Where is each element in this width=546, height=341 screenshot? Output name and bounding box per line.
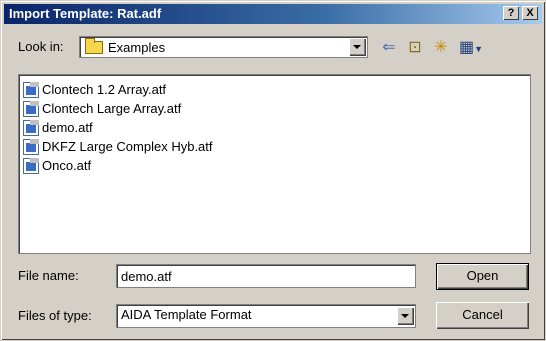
look-in-dropdown[interactable]: Examples bbox=[79, 36, 368, 58]
file-name-label: File name: bbox=[18, 268, 79, 283]
window-title: Import Template: Rat.adf bbox=[9, 6, 162, 21]
file-type-value: AIDA Template Format bbox=[121, 307, 252, 322]
import-template-dialog: Import Template: Rat.adf ? X Look in: Ex… bbox=[0, 0, 546, 341]
template-file-icon bbox=[23, 139, 39, 155]
new-folder-icon[interactable]: ✳ bbox=[431, 38, 451, 58]
look-in-label: Look in: bbox=[18, 39, 64, 54]
title-bar[interactable]: Import Template: Rat.adf ? X bbox=[4, 4, 542, 24]
file-list[interactable]: Clontech 1.2 Array.atf Clontech Large Ar… bbox=[18, 74, 531, 254]
close-button[interactable]: X bbox=[522, 6, 538, 20]
file-name-text: Onco.atf bbox=[42, 158, 92, 173]
file-name-text: Clontech 1.2 Array.atf bbox=[42, 82, 167, 97]
folder-icon bbox=[85, 38, 103, 54]
chevron-down-icon: ▼ bbox=[474, 44, 484, 54]
file-type-dropdown-arrow[interactable] bbox=[397, 307, 414, 325]
template-file-icon bbox=[23, 120, 39, 136]
look-in-dropdown-arrow[interactable] bbox=[349, 38, 366, 56]
template-file-icon bbox=[23, 101, 39, 117]
file-name-text: DKFZ Large Complex Hyb.atf bbox=[42, 139, 213, 154]
view-menu-icon[interactable]: ▦▼ bbox=[457, 38, 485, 58]
template-file-icon bbox=[23, 158, 39, 174]
open-button[interactable]: Open bbox=[436, 263, 529, 290]
file-name-text: Clontech Large Array.atf bbox=[42, 101, 182, 116]
file-type-label: Files of type: bbox=[18, 308, 92, 323]
help-button[interactable]: ? bbox=[503, 6, 519, 20]
template-file-icon bbox=[23, 82, 39, 98]
cancel-button[interactable]: Cancel bbox=[436, 302, 529, 329]
up-folder-icon[interactable]: ⊡ bbox=[405, 38, 425, 58]
back-arrow-icon[interactable]: ⇐ bbox=[379, 38, 399, 58]
view-menu-glyph: ▦ bbox=[458, 39, 475, 56]
file-type-dropdown[interactable]: AIDA Template Format bbox=[116, 304, 416, 328]
file-name-field[interactable] bbox=[116, 264, 416, 288]
file-name-text: demo.atf bbox=[42, 120, 93, 135]
look-in-value: Examples bbox=[108, 40, 166, 55]
